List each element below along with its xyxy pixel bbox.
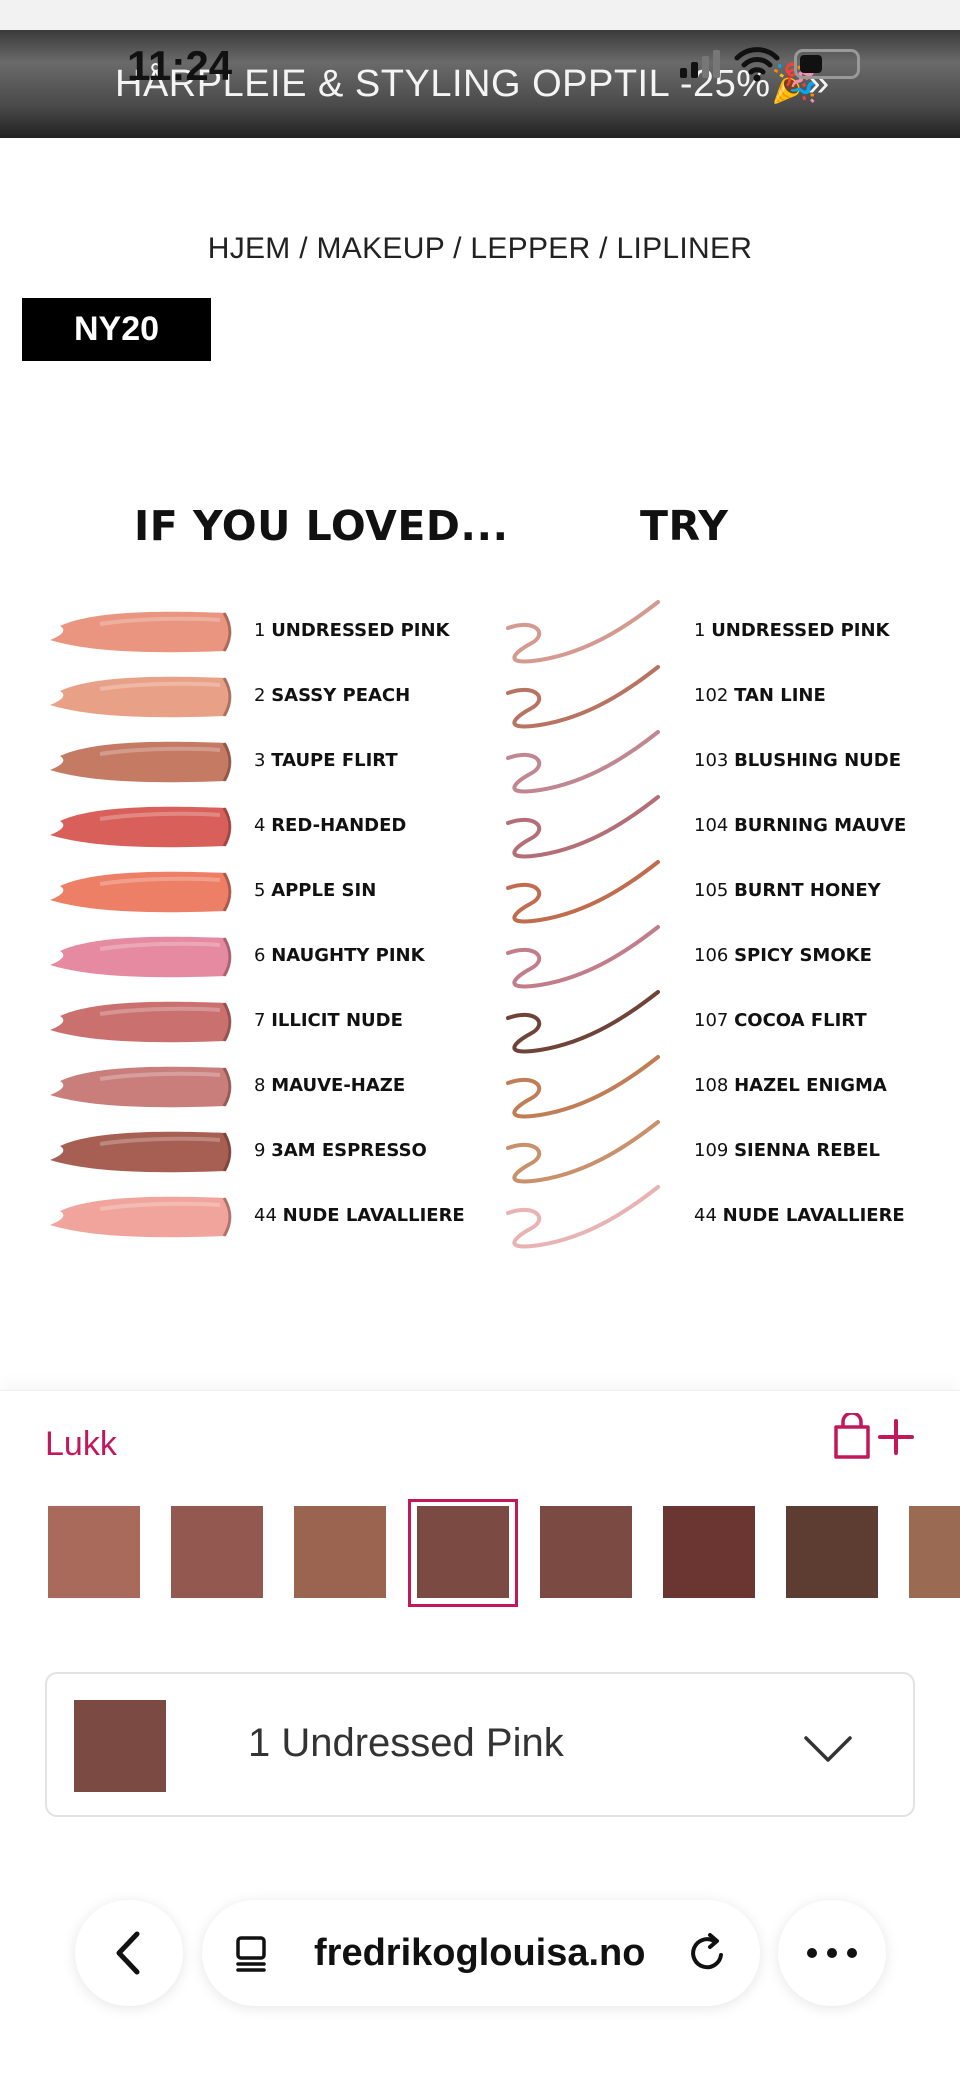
lipliner-squiggle: [506, 600, 660, 664]
status-icons: [680, 46, 860, 82]
lipstick-swatch: [50, 611, 232, 653]
try-shade-label: 109 SIENNA REBEL: [694, 1140, 881, 1161]
loved-shade-label: 4 RED-HANDED: [254, 815, 407, 836]
lipstick-swatch: [50, 936, 232, 978]
chevron-down-icon[interactable]: [802, 1728, 854, 1768]
loved-shade-label: 5 APPLE SIN: [254, 880, 377, 901]
signal-icon: [680, 50, 720, 78]
loved-shade-label: 44 NUDE LAVALLIERE: [254, 1205, 465, 1226]
lipliner-squiggle: [506, 925, 660, 989]
wifi-icon: [734, 47, 780, 82]
bag-plus-icon[interactable]: [832, 1413, 916, 1461]
lipstick-swatch: [50, 871, 232, 913]
new-badge: NY20: [22, 298, 211, 361]
lipliner-squiggle: [506, 795, 660, 859]
product-page: HÅRPLEIE & STYLING OPPTIL -25%🎉 » 11:24 …: [0, 0, 960, 2081]
selected-shade-chip: [74, 1700, 166, 1792]
try-shade-label: 44 NUDE LAVALLIERE: [694, 1205, 905, 1226]
lipliner-squiggle: [506, 860, 660, 924]
try-shade-label: 1 UNDRESSED PINK: [694, 620, 890, 641]
try-shade-label: 107 COCOA FLIRT: [694, 1010, 867, 1031]
selected-shade-label[interactable]: 1 Undressed Pink: [248, 1721, 564, 1766]
shade-swatch[interactable]: [294, 1506, 386, 1598]
lipstick-swatch: [50, 1131, 232, 1173]
loved-shade-label: 9 3AM ESPRESSO: [254, 1140, 427, 1161]
lipstick-swatch: [50, 1066, 232, 1108]
try-shade-label: 104 BURNING MAUVE: [694, 815, 907, 836]
loved-shade-label: 3 TAUPE FLIRT: [254, 750, 398, 771]
status-bar-background: [0, 0, 960, 30]
lipstick-swatch: [50, 1001, 232, 1043]
try-shade-label: 103 BLUSHING NUDE: [694, 750, 901, 771]
lipliner-squiggle: [506, 990, 660, 1054]
back-button[interactable]: [75, 1900, 183, 2006]
shade-swatch[interactable]: [786, 1506, 878, 1598]
tabs-icon: [236, 1936, 266, 1972]
shade-swatch[interactable]: [909, 1506, 960, 1598]
url-text[interactable]: fredrikoglouisa.no: [314, 1932, 645, 1975]
breadcrumb[interactable]: HJEM / MAKEUP / LEPPER / LIPLINER: [0, 232, 960, 266]
reload-icon[interactable]: [680, 1900, 740, 2006]
status-time: 11:24: [127, 42, 233, 89]
shade-swatch[interactable]: [540, 1506, 632, 1598]
loved-shade-label: 7 ILLICIT NUDE: [254, 1010, 403, 1031]
chevron-left-icon: [116, 1931, 140, 1975]
lipliner-squiggle: [506, 1185, 660, 1249]
lipliner-squiggle: [506, 1055, 660, 1119]
shade-swatch[interactable]: [663, 1506, 755, 1598]
lipstick-swatch: [50, 676, 232, 718]
loved-shade-label: 2 SASSY PEACH: [254, 685, 411, 706]
battery-icon: [794, 49, 860, 79]
try-shade-label: 108 HAZEL ENIGMA: [694, 1075, 887, 1096]
product-image: IF YOU LOVED... TRY 1 UNDRESSED PINK 1 UN…: [30, 470, 930, 1270]
shade-swatch[interactable]: [48, 1506, 140, 1598]
loved-shade-label: 6 NAUGHTY PINK: [254, 945, 425, 966]
try-shade-label: 102 TAN LINE: [694, 685, 826, 706]
loved-shade-label: 1 UNDRESSED PINK: [254, 620, 450, 641]
selected-swatch-outline: [408, 1499, 518, 1607]
lipstick-swatch: [50, 806, 232, 848]
try-shade-label: 106 SPICY SMOKE: [694, 945, 872, 966]
close-button[interactable]: Lukk: [45, 1425, 117, 1464]
more-icon: [807, 1948, 857, 1958]
try-shade-label: 105 BURNT HONEY: [694, 880, 881, 901]
lipliner-squiggle: [506, 730, 660, 794]
more-button[interactable]: [778, 1900, 886, 2006]
lipliner-squiggle: [506, 1120, 660, 1184]
lipliner-squiggle: [506, 665, 660, 729]
lipstick-swatch: [50, 1196, 232, 1238]
shade-swatch[interactable]: [171, 1506, 263, 1598]
lipstick-swatch: [50, 741, 232, 783]
loved-shade-label: 8 MAUVE-HAZE: [254, 1075, 406, 1096]
